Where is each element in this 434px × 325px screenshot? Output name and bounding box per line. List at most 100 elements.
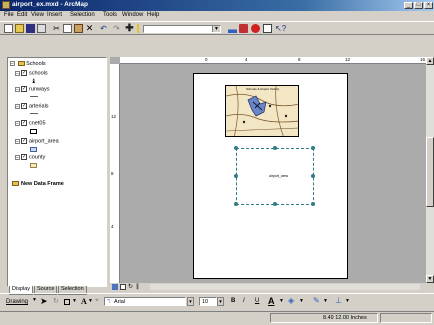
font-name-combobox[interactable]: ℸ Arial (104, 297, 186, 306)
resize-handle[interactable] (234, 146, 238, 150)
font-name-value: Arial (114, 299, 126, 305)
scroll-thumb[interactable] (426, 137, 434, 207)
close-button[interactable]: × (424, 2, 433, 9)
whats-this-icon[interactable]: ↖? (275, 24, 286, 33)
copy-icon[interactable] (63, 24, 72, 33)
chevron-down-icon[interactable]: ▼ (212, 26, 220, 32)
underline-button[interactable]: U (255, 298, 259, 304)
command-line-icon[interactable] (263, 24, 272, 33)
new-text-icon[interactable]: A (81, 297, 87, 306)
horizontal-scrollbar[interactable] (150, 284, 420, 290)
edit-vertices-icon[interactable]: ⌖ (95, 297, 99, 305)
delete-icon[interactable]: ✕ (85, 24, 94, 33)
font-color-icon[interactable]: A (268, 296, 275, 306)
arccatalog-icon[interactable] (251, 24, 260, 33)
menu-selection[interactable]: Selection (70, 12, 95, 18)
cut-icon[interactable]: ✂ (52, 24, 61, 33)
chevron-down-icon[interactable]: ▼ (299, 298, 304, 304)
maximize-button[interactable]: □ (414, 2, 423, 9)
collapse-icon[interactable]: − (15, 138, 20, 144)
layer-checkbox[interactable]: ✓ (21, 138, 27, 144)
line-symbol-icon (30, 96, 38, 97)
collapse-icon[interactable]: − (10, 61, 15, 67)
resize-handle[interactable] (234, 202, 238, 206)
collapse-icon[interactable]: − (15, 154, 20, 160)
layer-row-cnet05[interactable]: − ✓ cnet05 (15, 120, 46, 126)
layer-checkbox[interactable]: ✓ (21, 103, 27, 109)
arctoolbox-icon[interactable] (239, 24, 248, 33)
vertical-scrollbar[interactable]: ▲ ▼ (426, 57, 434, 283)
data-frame-row[interactable]: − Schools (10, 61, 46, 67)
selected-data-frame[interactable]: airport_area (234, 146, 315, 206)
resize-handle[interactable] (311, 202, 315, 206)
font-size-combobox[interactable]: 10 (199, 297, 217, 306)
layer-checkbox[interactable]: ✓ (21, 154, 27, 160)
bold-button[interactable]: B (231, 298, 235, 304)
paste-icon[interactable] (74, 24, 83, 33)
chevron-down-icon[interactable]: ▼ (32, 297, 37, 303)
italic-button[interactable]: I (243, 298, 245, 304)
vertical-ruler: 12 8 4 (110, 64, 120, 283)
layout-view-icon[interactable] (120, 284, 126, 290)
rectangle-icon[interactable] (64, 299, 70, 305)
menu-help[interactable]: Help (147, 12, 159, 18)
data-view-icon[interactable] (112, 284, 118, 290)
chevron-down-icon[interactable]: ▼ (279, 298, 284, 304)
collapse-icon[interactable]: − (15, 86, 20, 92)
save-icon[interactable] (26, 24, 35, 33)
scroll-up-icon[interactable]: ▲ (426, 57, 434, 65)
resize-handle[interactable] (234, 174, 238, 178)
resize-handle[interactable] (311, 146, 315, 150)
layer-label: county (29, 154, 46, 161)
chevron-down-icon[interactable]: ▼ (88, 298, 93, 304)
collapse-icon[interactable]: − (15, 103, 20, 109)
resize-handle[interactable] (273, 202, 277, 206)
frame-label: airport_area (269, 174, 288, 178)
menu-view[interactable]: View (31, 12, 44, 18)
refresh-icon[interactable]: ↻ (128, 283, 133, 290)
resize-handle[interactable] (273, 146, 277, 150)
pause-icon[interactable]: ∥ (136, 283, 139, 290)
chevron-down-icon[interactable]: ▼ (345, 298, 350, 304)
collapse-icon[interactable]: − (15, 120, 20, 126)
collapse-icon[interactable]: − (15, 70, 20, 76)
chevron-down-icon[interactable]: ▼ (323, 298, 328, 304)
layer-checkbox[interactable]: ✓ (21, 70, 27, 76)
resize-handle[interactable] (311, 174, 315, 178)
chevron-down-icon[interactable]: ▼ (72, 298, 77, 304)
open-icon[interactable] (15, 24, 24, 33)
layer-checkbox[interactable]: ✓ (21, 120, 27, 126)
new-data-frame-row[interactable]: New Data Frame (12, 181, 64, 187)
chevron-down-icon[interactable]: ▼ (217, 297, 224, 306)
drawing-menu[interactable]: Drawing (6, 299, 28, 305)
menu-tools[interactable]: Tools (103, 12, 117, 18)
layer-checkbox[interactable]: ✓ (21, 86, 27, 92)
menu-insert[interactable]: Insert (47, 12, 62, 18)
layer-row-airport-area[interactable]: − ✓ airport_area (15, 138, 59, 144)
marker-color-icon[interactable]: ⊥ (335, 296, 342, 305)
select-elements-icon[interactable]: ➤ (40, 296, 48, 307)
layer-row-schools[interactable]: − ✓ schools (15, 70, 48, 76)
scroll-down-icon[interactable]: ▼ (426, 275, 434, 283)
layer-row-county[interactable]: − ✓ county (15, 154, 45, 160)
menu-file[interactable]: File (4, 12, 14, 18)
map-data-frame[interactable]: Schools & Airport Vicinity (225, 85, 299, 137)
menu-edit[interactable]: Edit (17, 12, 27, 18)
editor-toolbar-icon[interactable] (228, 24, 237, 33)
print-icon[interactable] (37, 24, 46, 33)
line-color-icon[interactable]: ✎ (313, 296, 320, 305)
minimize-button[interactable]: _ (404, 2, 413, 9)
rotate-icon[interactable]: ↻ (53, 297, 59, 305)
menu-window[interactable]: Window (122, 12, 143, 18)
polygon-symbol-icon (30, 147, 37, 152)
layer-row-arterials[interactable]: − ✓ arterials (15, 103, 49, 109)
new-icon[interactable] (4, 24, 13, 33)
chevron-down-icon[interactable]: ▼ (187, 297, 194, 306)
layer-row-runways[interactable]: − ✓ runways (15, 86, 49, 92)
undo-icon[interactable]: ↶ (99, 24, 108, 33)
redo-icon[interactable]: ↷ (112, 24, 121, 33)
fill-color-icon[interactable]: ◈ (288, 296, 294, 305)
map-scale-combobox[interactable]: ▼ (143, 25, 221, 33)
ruler-tick: 4 (111, 224, 114, 229)
add-data-icon[interactable]: ✚ (125, 24, 134, 34)
